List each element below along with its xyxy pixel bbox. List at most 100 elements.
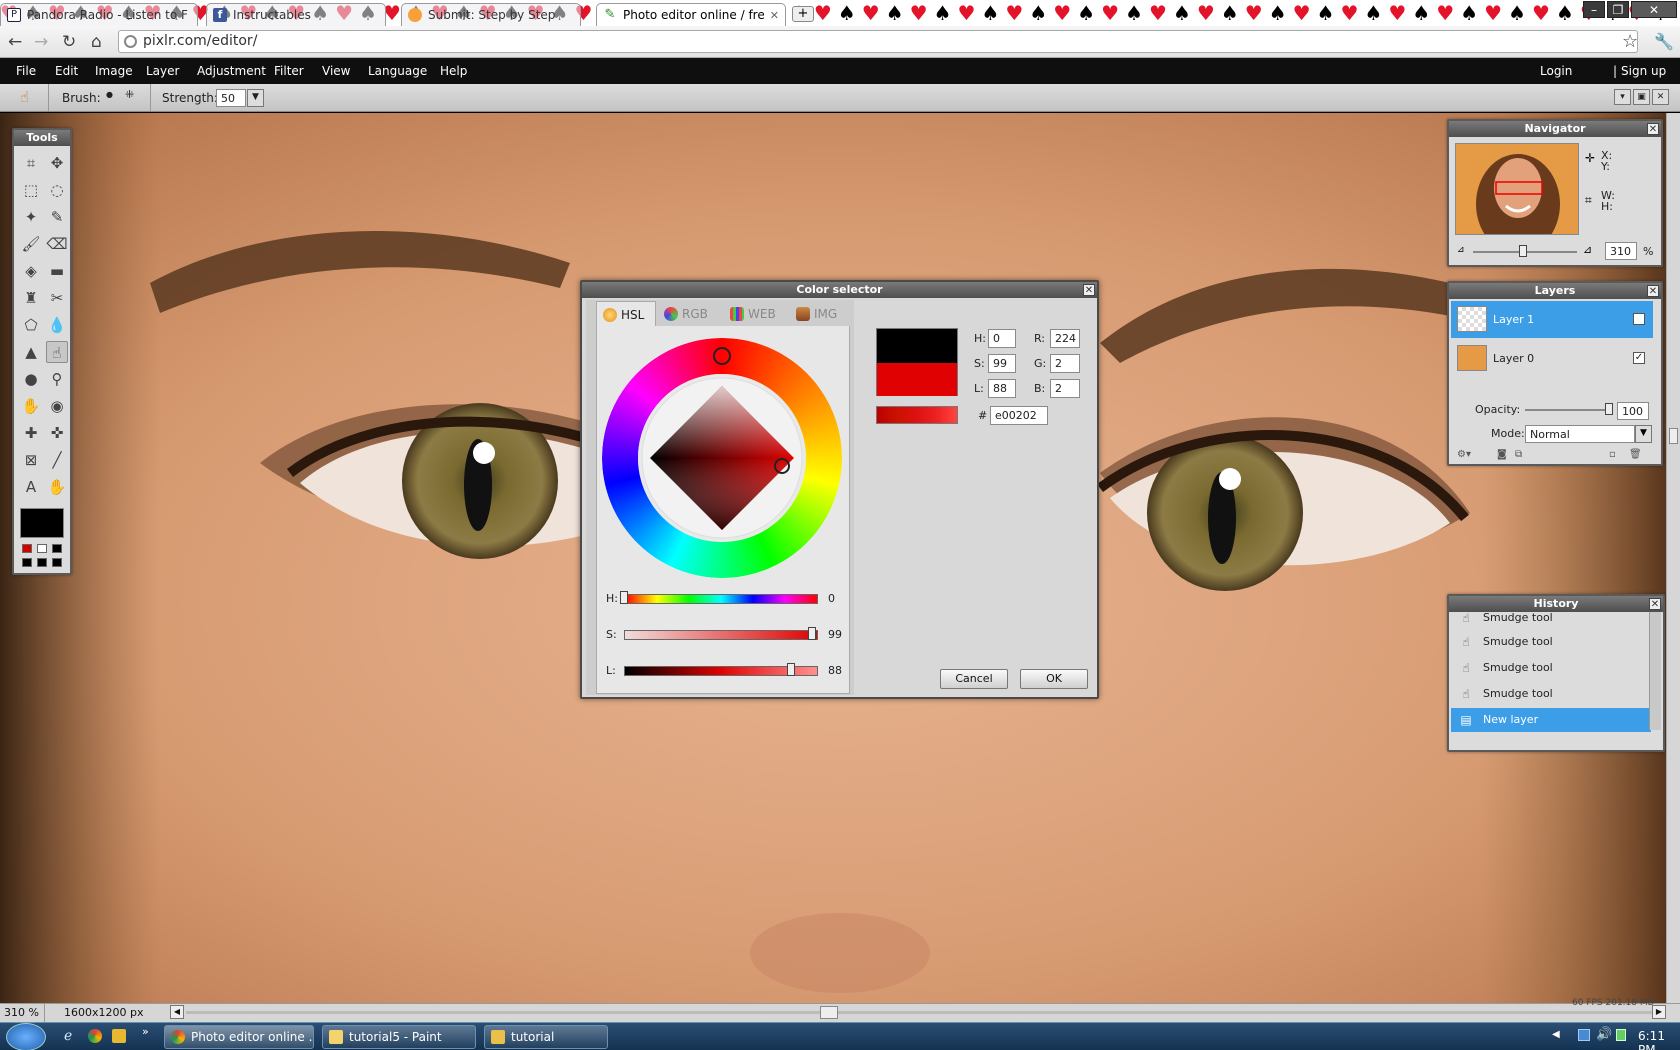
panel-maximize-icon[interactable]: ▣: [1633, 89, 1650, 105]
old-color-swatch[interactable]: [877, 329, 957, 363]
dodge-icon[interactable]: ⚲: [46, 368, 68, 390]
zoom-slider-thumb[interactable]: [1519, 245, 1527, 257]
move-icon[interactable]: ✥: [46, 152, 68, 174]
brush-preview-icon[interactable]: ●: [106, 90, 113, 99]
s-field[interactable]: 99: [988, 354, 1016, 373]
gradient-icon[interactable]: ▬: [46, 260, 68, 282]
history-item[interactable]: ☝ Smudge tool: [1451, 610, 1651, 626]
browser-tab-submit[interactable]: Submit: Step by Step: [401, 3, 581, 26]
hex-field[interactable]: e00202: [990, 406, 1048, 425]
reload-icon[interactable]: ↻: [62, 33, 76, 51]
history-item-selected[interactable]: ▤ New layer: [1451, 708, 1651, 732]
menu-view[interactable]: View: [322, 64, 350, 78]
brush-icon[interactable]: 🖌: [20, 233, 42, 255]
navigator-thumbnail[interactable]: [1455, 143, 1579, 235]
volume-icon[interactable]: 🔊: [1596, 1027, 1612, 1042]
history-item[interactable]: ☝ Smudge tool: [1451, 656, 1651, 680]
battery-icon[interactable]: [1616, 1029, 1626, 1041]
close-icon[interactable]: ✕: [1083, 284, 1095, 296]
scroll-left-icon[interactable]: ◀: [170, 1005, 184, 1019]
zoom-field[interactable]: 310: [1605, 242, 1637, 260]
color-shades-strip[interactable]: [876, 406, 958, 424]
menu-language[interactable]: Language: [368, 64, 427, 78]
history-item[interactable]: ☝ Smudge tool: [1451, 682, 1651, 706]
home-icon[interactable]: ⌂: [91, 33, 102, 51]
color-picker-icon[interactable]: ╱: [46, 449, 68, 471]
burn-icon[interactable]: ✋: [20, 395, 42, 417]
start-button[interactable]: [6, 1023, 46, 1050]
r-field[interactable]: 224: [1050, 329, 1080, 348]
blend-mode-dropdown-icon[interactable]: ▼: [1635, 425, 1652, 443]
zoom-out-icon[interactable]: ⊿: [1457, 245, 1465, 255]
swatch-5[interactable]: [52, 558, 62, 567]
l-slider-thumb[interactable]: [787, 663, 796, 676]
menu-edit[interactable]: Edit: [55, 64, 78, 78]
panel-collapse-icon[interactable]: ▾: [1614, 89, 1631, 105]
strength-dropdown-icon[interactable]: ▼: [247, 89, 264, 107]
blend-mode-select[interactable]: Normal: [1525, 425, 1635, 443]
close-window-icon[interactable]: ✕: [1631, 1, 1677, 18]
pinch-icon[interactable]: ⊠: [20, 449, 42, 471]
chrome-icon[interactable]: [88, 1029, 102, 1043]
spot-heal-icon[interactable]: ✚: [20, 422, 42, 444]
layer-group-icon[interactable]: ⧉: [1515, 449, 1522, 460]
magic-wand-icon[interactable]: ✦: [20, 206, 42, 228]
menu-adjustment[interactable]: Adjustment: [197, 64, 266, 78]
blur-icon[interactable]: 💧: [46, 314, 68, 336]
paint-bucket-icon[interactable]: ◈: [20, 260, 42, 282]
layer-mask-icon[interactable]: ◙: [1497, 449, 1507, 460]
sponge-icon[interactable]: ●: [20, 368, 42, 390]
forward-icon[interactable]: →: [34, 33, 48, 51]
taskbar-item-folder[interactable]: tutorial: [484, 1025, 608, 1049]
hand-icon[interactable]: ✋: [46, 476, 68, 498]
smudge-icon[interactable]: ☝: [46, 341, 68, 363]
swatch-2[interactable]: [52, 544, 62, 553]
clock[interactable]: 6:11 PM: [1638, 1029, 1680, 1050]
clone-stamp-icon[interactable]: ♜: [20, 287, 42, 309]
new-tab-button[interactable]: +: [792, 6, 814, 22]
ok-button[interactable]: OK: [1020, 669, 1088, 689]
menu-image[interactable]: Image: [95, 64, 133, 78]
brush-dropdown-icon[interactable]: ⁜: [125, 88, 134, 101]
horizontal-scrollbar[interactable]: [186, 1011, 1652, 1014]
browser-tab-pandora[interactable]: P Pandora Radio - Listen to F: [0, 3, 198, 26]
cancel-button[interactable]: Cancel: [940, 669, 1008, 689]
menu-file[interactable]: File: [16, 64, 36, 78]
swatch-1[interactable]: [37, 544, 47, 553]
s-slider-thumb[interactable]: [808, 627, 817, 640]
bloat-icon[interactable]: ✜: [46, 422, 68, 444]
url-field[interactable]: pixlr.com/editor/: [118, 30, 1638, 53]
history-item[interactable]: ☝ Smudge tool: [1451, 630, 1651, 654]
bookmark-star-icon[interactable]: ☆: [1622, 33, 1638, 51]
layer-visibility-checkbox[interactable]: ✓: [1633, 352, 1645, 364]
explorer-icon[interactable]: [112, 1029, 126, 1043]
tab-hsl[interactable]: HSL: [596, 301, 656, 327]
sharpen-icon[interactable]: ▲: [20, 341, 42, 363]
layer-settings-icon[interactable]: ⚙▾: [1457, 449, 1471, 460]
close-tab-icon[interactable]: ✕: [770, 9, 779, 22]
history-scrollbar[interactable]: [1649, 612, 1661, 730]
h-slider[interactable]: [624, 594, 818, 604]
layer-row-1[interactable]: Layer 1 ✓: [1451, 301, 1653, 338]
color-replace-icon[interactable]: ✂: [46, 287, 68, 309]
menu-help[interactable]: Help: [440, 64, 467, 78]
opacity-slider-thumb[interactable]: [1605, 403, 1613, 415]
opacity-field[interactable]: 100: [1617, 402, 1649, 420]
browser-tab-instructables[interactable]: f Instructables: [206, 3, 386, 26]
panel-close-icon[interactable]: ✕: [1652, 89, 1669, 105]
h-field[interactable]: 0: [988, 329, 1016, 348]
maximize-window-icon[interactable]: ❐: [1607, 1, 1629, 18]
back-icon[interactable]: ←: [8, 33, 22, 51]
taskbar-item-chrome[interactable]: Photo editor online ...: [164, 1025, 314, 1049]
strength-field[interactable]: 50: [216, 89, 246, 107]
zoom-in-icon[interactable]: ⊿: [1583, 243, 1592, 256]
red-eye-icon[interactable]: ◉: [46, 395, 68, 417]
ie-icon[interactable]: ℯ: [64, 1028, 72, 1044]
swatch-0[interactable]: [22, 544, 32, 553]
browser-tab-pixlr[interactable]: ✎ Photo editor online / free in ✕: [596, 3, 786, 26]
layer-visibility-checkbox[interactable]: ✓: [1633, 313, 1645, 325]
h-slider-thumb[interactable]: [620, 591, 628, 604]
image-canvas[interactable]: Tools ⌗✥⬚◌✦✎🖌⌫◈▬♜✂⬠💧▲☝●⚲✋◉✚✜⊠╱A✋⌕ Naviga…: [0, 113, 1680, 1003]
tray-expand-icon[interactable]: ◀: [1552, 1029, 1560, 1040]
horizontal-scroll-thumb[interactable]: [820, 1006, 838, 1019]
